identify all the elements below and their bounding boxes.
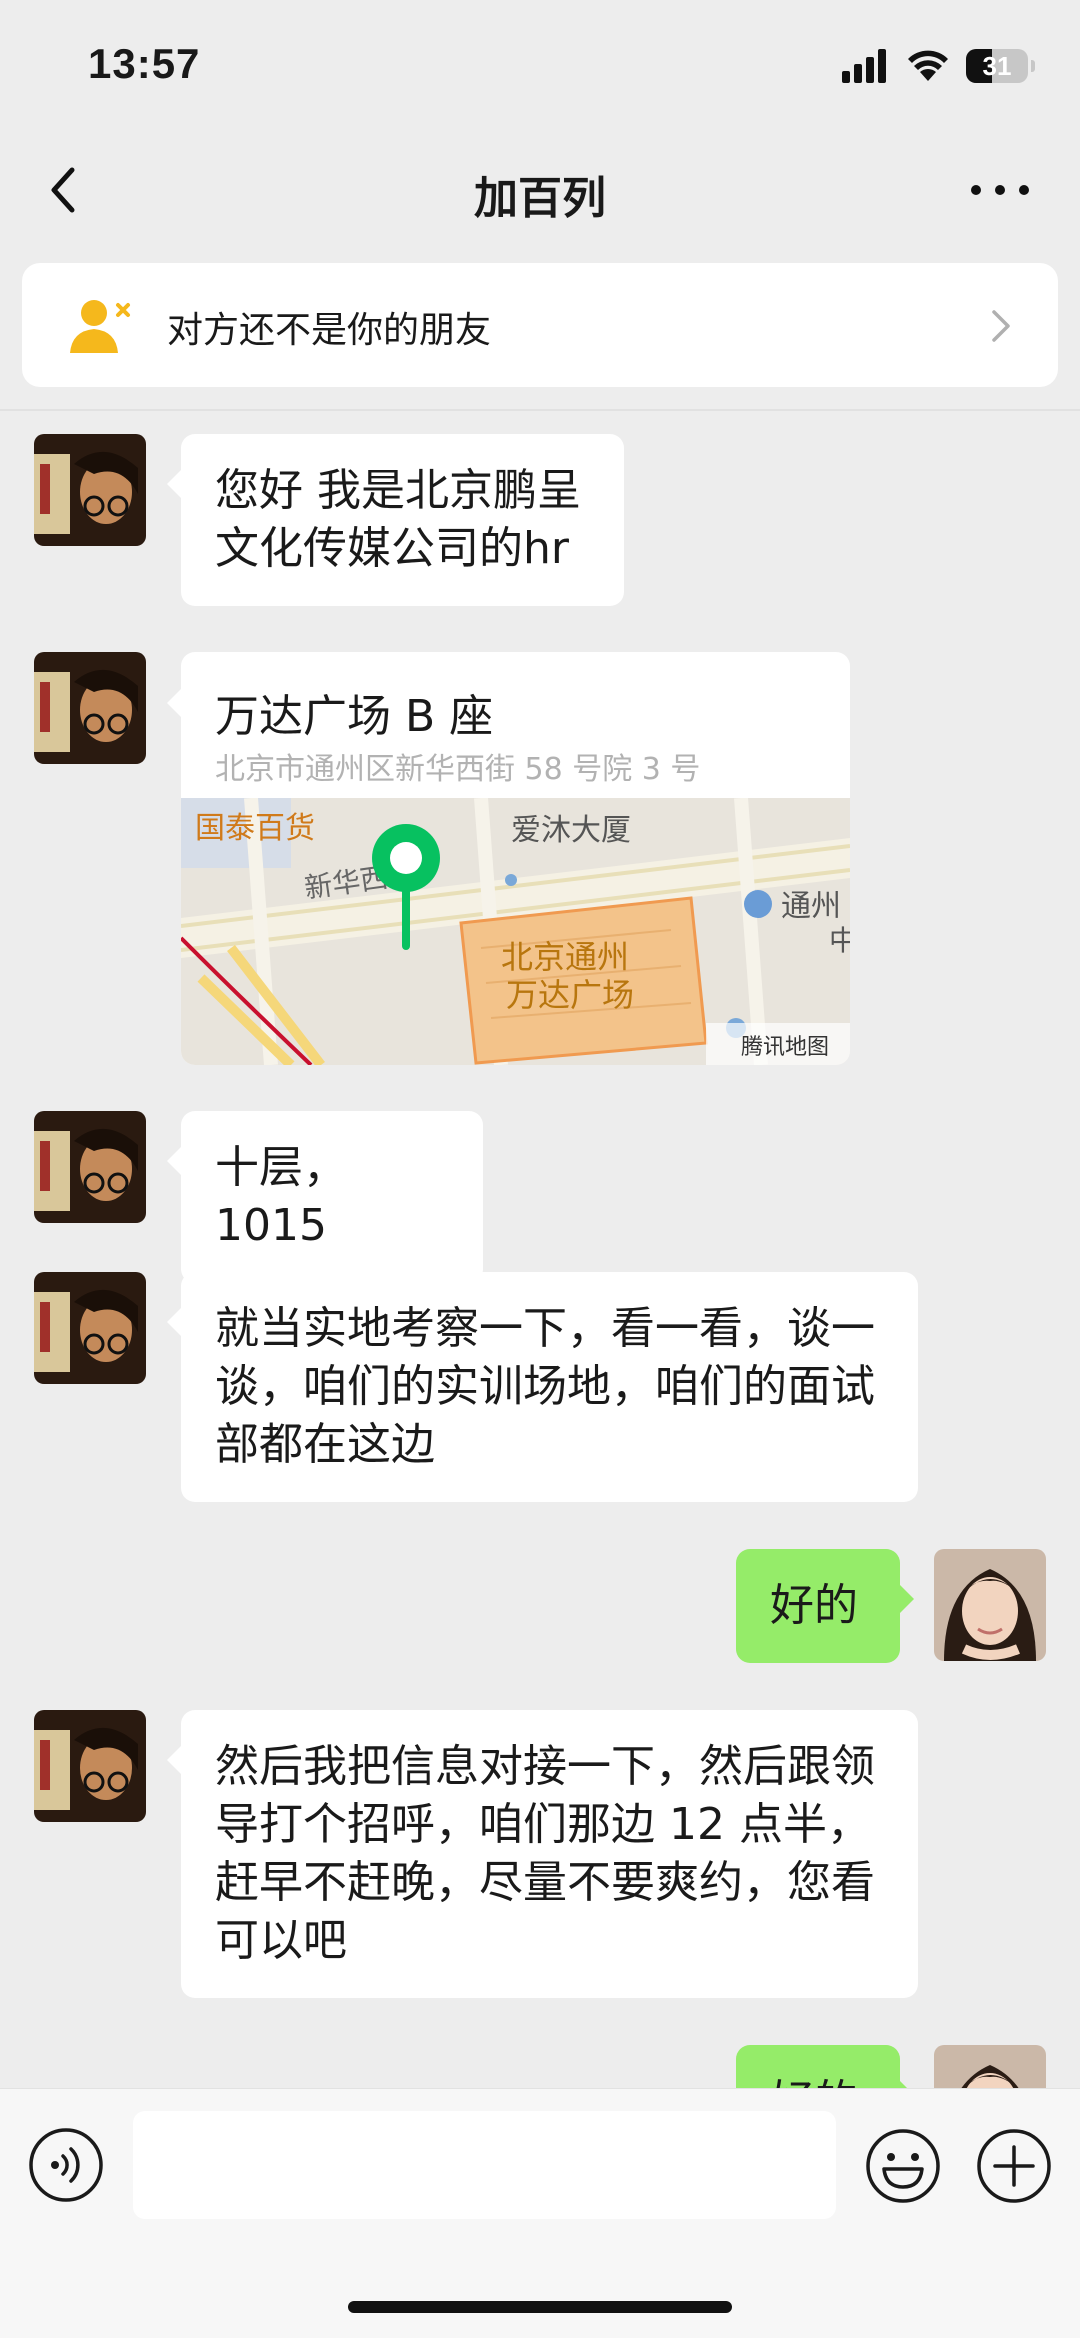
map-label-zhong: 中: [829, 924, 850, 957]
message-input[interactable]: [133, 2111, 836, 2219]
voice-input-icon[interactable]: [28, 2127, 104, 2203]
message-bubble-self[interactable]: 好的: [736, 1549, 914, 1663]
location-map[interactable]: 国泰百货 爱沐大厦 新华西街 通州 北京通州 万达广场 中 腾讯地图: [181, 798, 850, 1065]
status-bar: 13:57 31: [0, 0, 1080, 130]
contact-avatar[interactable]: [34, 1710, 146, 1822]
chevron-right-icon: [992, 310, 1010, 342]
wifi-icon: [908, 50, 948, 81]
message-text: 就当实地考察一下，看一看，谈一谈，咱们的实训场地，咱们的面试部都在这边: [215, 1303, 875, 1470]
message-bubble[interactable]: 然后我把信息对接一下，然后跟领导打个招呼，咱们那边 12 点半，赶早不赶晚，尽量…: [167, 1710, 918, 1998]
message-text: 好的: [770, 2076, 858, 2088]
location-title: 万达广场 B 座: [215, 691, 494, 742]
message-text: 您好 我是北京鹏呈文化传媒公司的hr: [215, 465, 581, 574]
status-icons: 31: [842, 46, 1035, 86]
add-more-icon[interactable]: [975, 2127, 1053, 2205]
add-contact-person-icon: [70, 300, 130, 353]
battery-icon: 31: [966, 49, 1035, 83]
message-bubble-self[interactable]: 好的: [736, 2045, 914, 2088]
message-text: 好的: [770, 1580, 858, 1631]
bubble-tail: [167, 689, 181, 717]
map-attribution: 腾讯地图: [741, 1035, 829, 1060]
chat-message-list[interactable]: 您好 我是北京鹏呈文化传媒公司的hr 万达广场 B 座 北京市通州区新华西街 5…: [0, 411, 1080, 2088]
self-avatar[interactable]: [934, 1549, 1046, 1661]
contact-avatar[interactable]: [34, 652, 146, 764]
map-label-aimu: 爱沐大厦: [511, 813, 631, 848]
home-indicator[interactable]: [348, 2301, 732, 2313]
stranger-banner-text: 对方还不是你的朋友: [167, 310, 492, 351]
location-address: 北京市通州区新华西街 58 号院 3 号: [215, 752, 701, 787]
more-options-icon[interactable]: [968, 180, 1032, 200]
message-text: 然后我把信息对接一下，然后跟领导打个招呼，咱们那边 12 点半，赶早不赶晚，尽量…: [215, 1741, 875, 1966]
status-time: 13:57: [88, 40, 201, 87]
message-bubble[interactable]: 十层，1015: [167, 1111, 483, 1283]
cellular-signal-icon: [842, 49, 886, 83]
chat-title: 加百列: [474, 173, 606, 224]
map-label-tongzhou: 通州: [781, 889, 841, 924]
map-label-guotai: 国泰百货: [195, 811, 315, 846]
message-bubble[interactable]: 就当实地考察一下，看一看，谈一谈，咱们的实训场地，咱们的面试部都在这边: [167, 1272, 918, 1502]
message-text: 十层，1015: [215, 1142, 347, 1251]
emoji-icon[interactable]: [864, 2127, 942, 2205]
nav-bar: 加百列: [0, 140, 1080, 240]
contact-avatar[interactable]: [34, 1111, 146, 1223]
stranger-banner[interactable]: 对方还不是你的朋友: [22, 263, 1058, 387]
message-bubble[interactable]: 您好 我是北京鹏呈文化传媒公司的hr: [167, 434, 624, 606]
contact-avatar[interactable]: [34, 434, 146, 546]
map-label-wanda-2: 万达广场: [506, 976, 634, 1014]
contact-avatar[interactable]: [34, 1272, 146, 1384]
location-card[interactable]: 万达广场 B 座 北京市通州区新华西街 58 号院 3 号 国泰百货 爱沐大厦 …: [181, 652, 850, 1065]
self-avatar[interactable]: [934, 2045, 1046, 2088]
battery-level: 31: [982, 50, 1012, 81]
map-label-wanda-1: 北京通州: [501, 938, 629, 976]
